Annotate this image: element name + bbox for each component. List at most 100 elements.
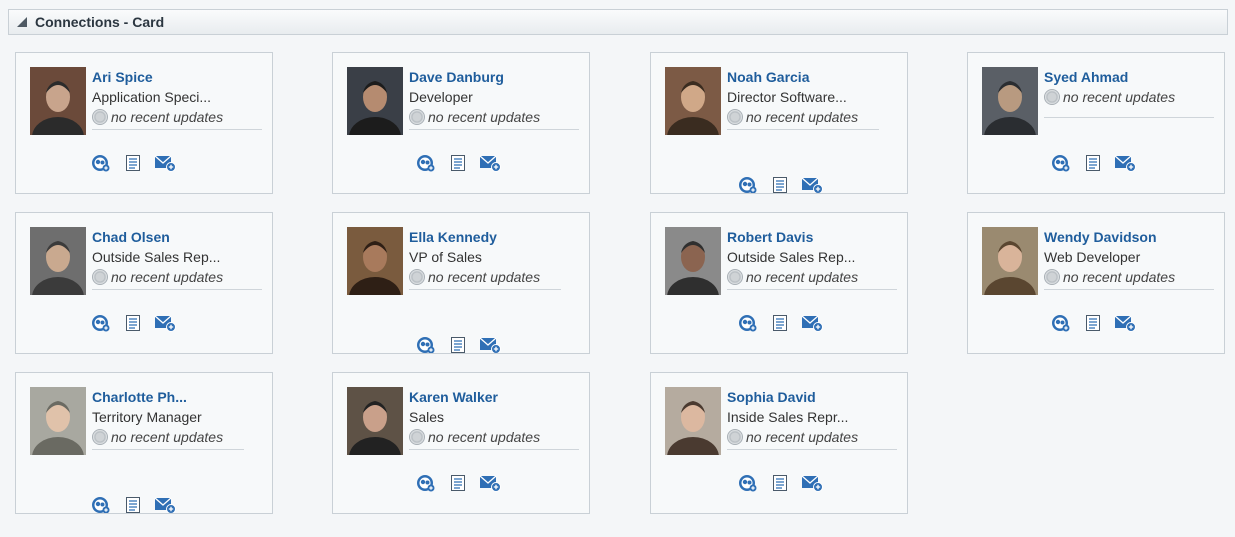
card-actions: [737, 314, 823, 332]
add-connection-icon[interactable]: [90, 496, 112, 513]
collapse-triangle-icon[interactable]: [17, 17, 27, 27]
person-title: VP of Sales: [409, 249, 482, 265]
presence-status-icon: [92, 269, 108, 285]
person-name-link[interactable]: Dave Danburg: [409, 67, 579, 87]
avatar[interactable]: [982, 67, 1038, 135]
person-name-link[interactable]: Sophia David: [727, 387, 897, 407]
send-message-icon[interactable]: [801, 176, 823, 193]
presence-status-icon: [92, 429, 108, 445]
card-actions: [737, 176, 823, 193]
card-actions: [415, 154, 501, 172]
status-text: no recent updates: [746, 429, 859, 445]
person-name-link[interactable]: Wendy Davidson: [1044, 227, 1214, 247]
person-name-link[interactable]: Syed Ahmad: [1044, 67, 1214, 87]
send-message-icon[interactable]: [154, 154, 176, 172]
person-title: Outside Sales Rep...: [92, 249, 221, 265]
avatar[interactable]: [30, 67, 86, 135]
profile-document-icon[interactable]: [1082, 154, 1104, 172]
card-actions: [415, 336, 501, 353]
avatar[interactable]: [347, 67, 403, 135]
person-name-link[interactable]: Ella Kennedy: [409, 227, 579, 247]
send-message-icon[interactable]: [1114, 314, 1136, 332]
panel-title: Connections - Card: [35, 14, 165, 30]
connection-card: Robert Davis Outside Sales Rep... no rec…: [650, 212, 908, 354]
add-connection-icon[interactable]: [1050, 314, 1072, 332]
status-line: no recent updates: [409, 267, 561, 290]
avatar[interactable]: [665, 227, 721, 295]
avatar[interactable]: [347, 387, 403, 455]
add-connection-icon[interactable]: [737, 314, 759, 332]
avatar[interactable]: [30, 227, 86, 295]
add-connection-icon[interactable]: [90, 314, 112, 332]
connection-card: Dave Danburg Developer no recent updates: [332, 52, 590, 194]
send-message-icon[interactable]: [479, 336, 501, 353]
presence-status-icon: [1044, 269, 1060, 285]
presence-status-icon: [92, 109, 108, 125]
status-text: no recent updates: [428, 429, 541, 445]
presence-status-icon: [409, 269, 425, 285]
profile-document-icon[interactable]: [447, 474, 469, 492]
add-connection-icon[interactable]: [90, 154, 112, 172]
avatar[interactable]: [982, 227, 1038, 295]
send-message-icon[interactable]: [801, 314, 823, 332]
connection-card: Noah Garcia Director Software... no rece…: [650, 52, 908, 194]
person-title: Developer: [409, 89, 473, 105]
person-name-link[interactable]: Charlotte Ph...: [92, 387, 262, 407]
avatar[interactable]: [665, 67, 721, 135]
profile-document-icon[interactable]: [122, 314, 144, 332]
person-title: Sales: [409, 409, 445, 425]
send-message-icon[interactable]: [154, 314, 176, 332]
person-title: Inside Sales Repr...: [727, 409, 849, 425]
presence-status-icon: [409, 109, 425, 125]
profile-document-icon[interactable]: [122, 154, 144, 172]
connection-card: Ari Spice Application Speci... no recent…: [15, 52, 273, 194]
status-line: no recent updates: [409, 427, 579, 450]
add-connection-icon[interactable]: [737, 474, 759, 492]
person-name-link[interactable]: Karen Walker: [409, 387, 579, 407]
connection-card: Wendy Davidson Web Developer no recent u…: [967, 212, 1225, 354]
send-message-icon[interactable]: [1114, 154, 1136, 172]
connection-card: Charlotte Ph... Territory Manager no rec…: [15, 372, 273, 514]
status-line: no recent updates: [727, 267, 897, 290]
profile-document-icon[interactable]: [769, 176, 791, 193]
avatar[interactable]: [347, 227, 403, 295]
send-message-icon[interactable]: [479, 474, 501, 492]
send-message-icon[interactable]: [154, 496, 176, 513]
connection-card: Sophia David Inside Sales Repr... no rec…: [650, 372, 908, 514]
avatar[interactable]: [665, 387, 721, 455]
person-name-link[interactable]: Robert Davis: [727, 227, 897, 247]
person-name-link[interactable]: Chad Olsen: [92, 227, 262, 247]
add-connection-icon[interactable]: [415, 474, 437, 492]
add-connection-icon[interactable]: [737, 176, 759, 193]
status-text: no recent updates: [428, 109, 541, 125]
status-text: no recent updates: [1063, 269, 1176, 285]
card-actions: [737, 474, 823, 492]
status-text: no recent updates: [746, 269, 859, 285]
connection-card: Chad Olsen Outside Sales Rep... no recen…: [15, 212, 273, 354]
person-name-link[interactable]: Ari Spice: [92, 67, 262, 87]
connection-card: Syed Ahmad no recent updates: [967, 52, 1225, 194]
profile-document-icon[interactable]: [447, 336, 469, 353]
profile-document-icon[interactable]: [769, 314, 791, 332]
status-line: no recent updates: [1044, 267, 1214, 290]
presence-status-icon: [727, 269, 743, 285]
send-message-icon[interactable]: [801, 474, 823, 492]
person-title: Application Speci...: [92, 89, 212, 105]
status-line: no recent updates: [409, 107, 579, 130]
add-connection-icon[interactable]: [415, 154, 437, 172]
profile-document-icon[interactable]: [769, 474, 791, 492]
person-name-link[interactable]: Noah Garcia: [727, 67, 897, 87]
profile-document-icon[interactable]: [1082, 314, 1104, 332]
status-line: no recent updates: [92, 107, 262, 130]
profile-document-icon[interactable]: [447, 154, 469, 172]
send-message-icon[interactable]: [479, 154, 501, 172]
panel-header[interactable]: Connections - Card: [8, 9, 1228, 35]
card-actions: [90, 154, 176, 172]
add-connection-icon[interactable]: [415, 336, 437, 353]
person-title: Territory Manager: [92, 409, 202, 425]
profile-document-icon[interactable]: [122, 496, 144, 513]
person-title: Director Software...: [727, 89, 847, 105]
avatar[interactable]: [30, 387, 86, 455]
add-connection-icon[interactable]: [1050, 154, 1072, 172]
status-line: no recent updates: [727, 427, 897, 450]
